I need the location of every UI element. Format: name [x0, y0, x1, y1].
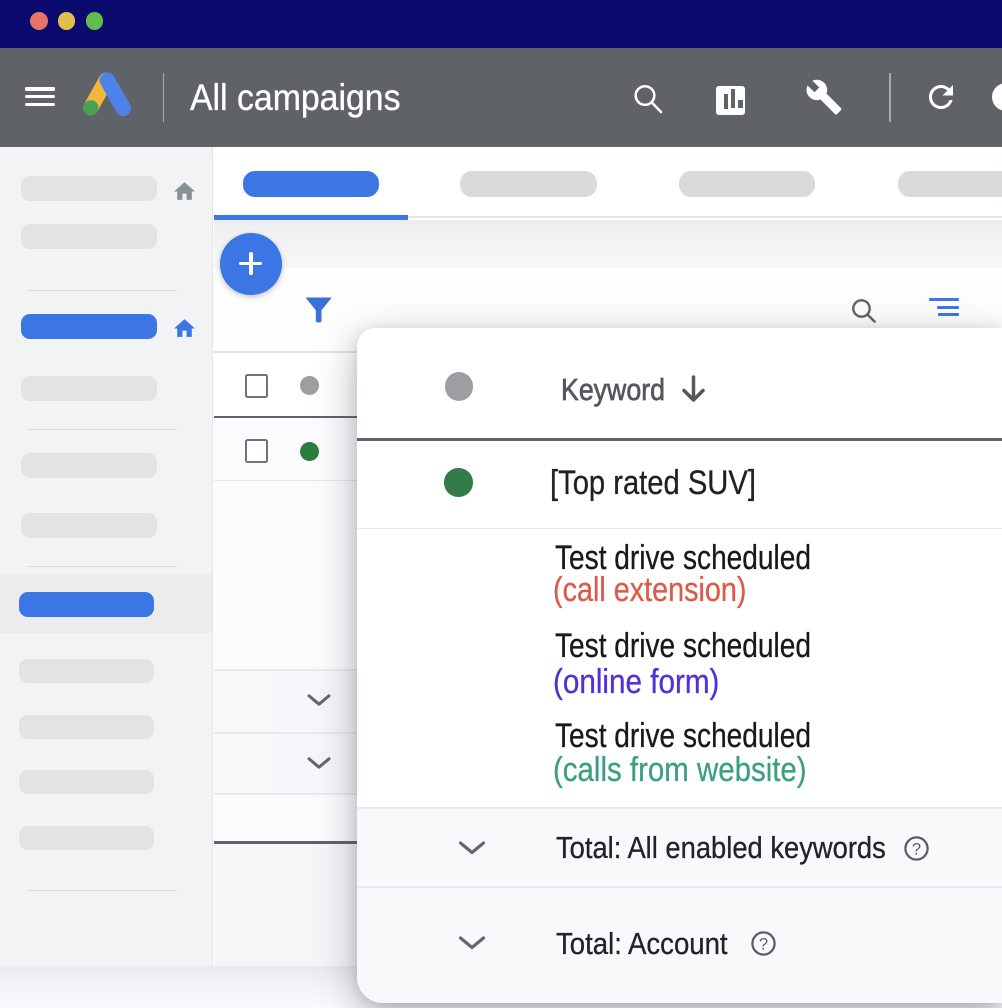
svg-text:?: ? [912, 840, 921, 858]
svg-text:?: ? [759, 935, 768, 953]
